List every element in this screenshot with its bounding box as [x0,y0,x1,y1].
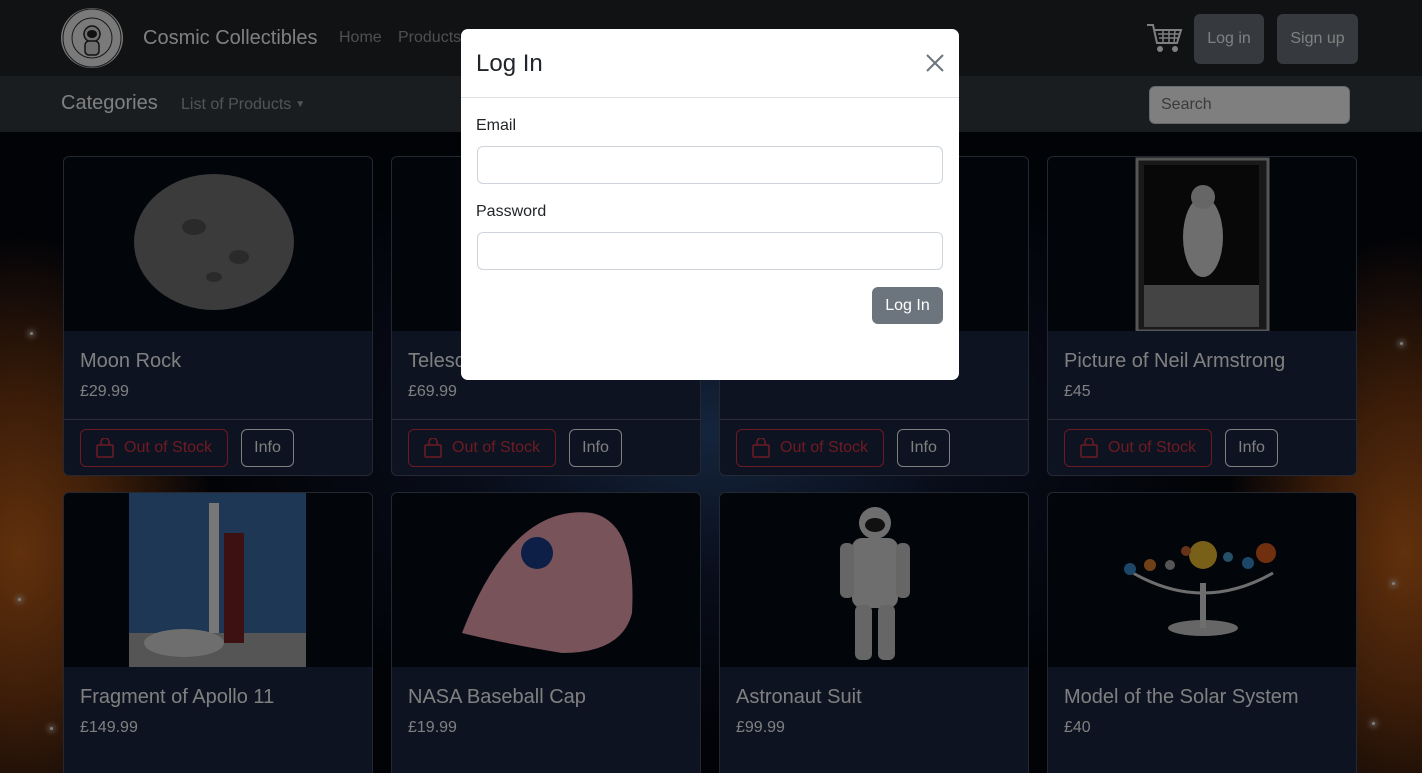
login-modal: Log In Email Password Log In [461,29,959,380]
modal-header: Log In [461,29,959,98]
modal-title: Log In [476,50,543,77]
email-field[interactable] [477,146,943,184]
close-icon[interactable] [925,53,945,73]
password-field[interactable] [477,232,943,270]
login-submit-button[interactable]: Log In [872,287,943,324]
email-label: Email [476,117,517,134]
password-label: Password [476,203,547,220]
